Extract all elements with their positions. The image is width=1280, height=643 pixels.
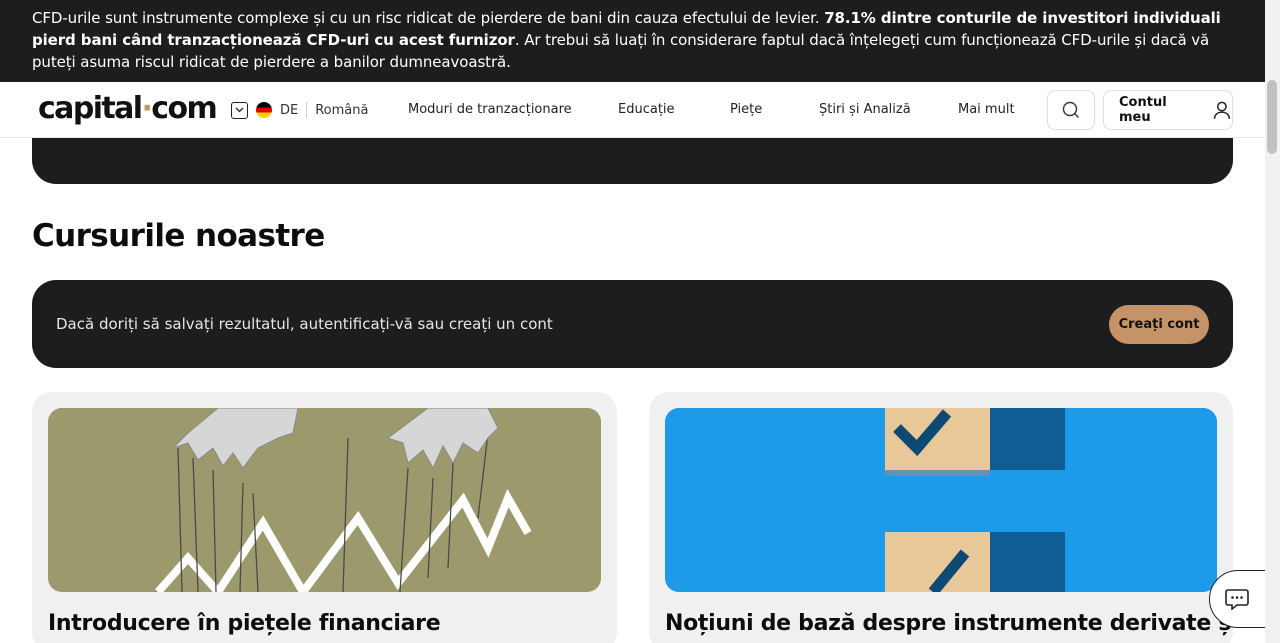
germany-flag-icon: [256, 102, 272, 118]
nav-more-top[interactable]: Mai mult: [958, 102, 1015, 118]
login-cta-banner: Dacă doriți să salvați rezultatul, auten…: [32, 280, 1233, 368]
card-title[interactable]: Noțiuni de bază despre instrumente deriv…: [665, 610, 1233, 638]
page-scrollbar[interactable]: [1265, 0, 1280, 643]
card-title[interactable]: Introducere în piețele financiare: [48, 610, 441, 638]
chat-button[interactable]: [1209, 570, 1271, 628]
scrollbar-thumb[interactable]: [1267, 80, 1277, 154]
logo-text-right: com: [151, 91, 217, 126]
language-divider: [306, 102, 308, 118]
chevron-down-icon[interactable]: [231, 101, 248, 119]
page-title: Cursurile noastre: [32, 218, 325, 254]
chat-icon: [1225, 589, 1249, 610]
course-card[interactable]: Noțiuni de bază despre instrumente deriv…: [649, 392, 1233, 643]
create-account-button[interactable]: Creați cont: [1109, 305, 1209, 344]
logo-text-left: capital: [38, 91, 143, 126]
language-selector-top[interactable]: DE Română: [231, 101, 368, 119]
risk-warning-banner: CFD-urile sunt instrumente complexe și c…: [0, 0, 1265, 82]
risk-warning-text: CFD-urile sunt instrumente complexe și c…: [32, 9, 825, 27]
account-label: Contul meu: [1119, 95, 1167, 125]
language-name: Română: [315, 102, 369, 118]
nav-education-top[interactable]: Educație: [618, 102, 675, 118]
nav-markets-top[interactable]: Piețe: [730, 102, 762, 118]
country-code: DE: [280, 102, 299, 118]
course-card[interactable]: Introducere în piețele financiare: [32, 392, 617, 643]
account-button-top[interactable]: Contul meu: [1103, 90, 1233, 130]
logo-dot: ·: [141, 91, 152, 126]
user-icon: [1213, 101, 1231, 119]
search-icon: [1062, 101, 1079, 118]
capital-com-logo-top[interactable]: capital·com: [38, 90, 218, 128]
search-button-top[interactable]: [1047, 90, 1095, 130]
nav-news-analysis-top[interactable]: Știri și Analiză: [819, 102, 911, 118]
site-header-top: capital·com DE Română Moduri de tranzacț…: [0, 82, 1265, 138]
nav-trading-modes-top[interactable]: Moduri de tranzacționare: [408, 102, 572, 118]
course-image-puppet-hands: [48, 408, 601, 592]
cta-text: Dacă doriți să salvați rezultatul, auten…: [56, 315, 553, 333]
course-image-checkboxes: [665, 408, 1217, 592]
